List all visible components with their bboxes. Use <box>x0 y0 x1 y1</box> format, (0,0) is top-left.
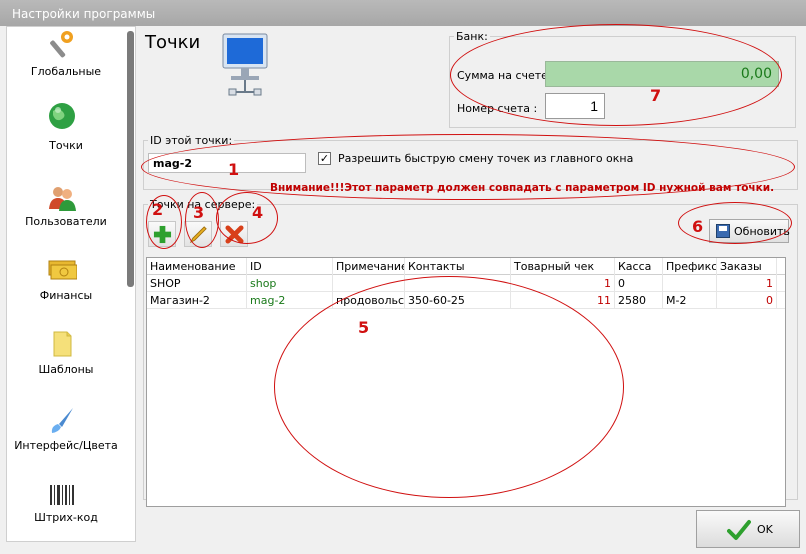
ok-label: OK <box>757 523 773 536</box>
balance-field: 0,00 <box>545 61 779 87</box>
table-header: Наименование ID Примечание Контакты Това… <box>147 258 785 275</box>
sidebar-item-barcode[interactable]: Штрих-код <box>7 479 125 543</box>
column-header[interactable]: Касса <box>615 258 663 275</box>
points-table[interactable]: Наименование ID Примечание Контакты Това… <box>146 257 786 507</box>
globe-icon <box>49 103 75 129</box>
cell-orders: 1 <box>717 275 777 292</box>
cell-receipt: 1 <box>511 275 615 292</box>
cell-note: продовольс... <box>333 292 405 309</box>
refresh-label: Обновить <box>734 225 790 238</box>
users-icon <box>49 187 76 211</box>
account-number-field[interactable]: 1 <box>545 93 605 119</box>
bank-group: Банк: Сумма на счете: 0,00 Номер счета :… <box>449 30 796 128</box>
wrench-icon <box>50 31 73 58</box>
money-icon <box>48 260 77 280</box>
sidebar-item-label: Точки <box>49 139 83 152</box>
sidebar-item-interface[interactable]: Интерфейс/Цвета <box>7 401 125 479</box>
refresh-button[interactable]: Обновить <box>709 219 790 243</box>
sidebar-item-label: Шаблоны <box>38 363 94 376</box>
main-panel: Точки Банк: Сумма на счете: 0,00 Номер с… <box>137 26 800 507</box>
sidebar-item-label: Глобальные <box>30 65 102 78</box>
refresh-icon <box>716 224 730 238</box>
brush-icon <box>51 408 73 433</box>
page-title: Точки <box>145 32 201 53</box>
edit-point-button[interactable] <box>184 221 212 247</box>
cell-id: mag-2 <box>247 292 333 309</box>
cell-prefix <box>663 275 717 292</box>
annotation-number: 4 <box>252 203 264 222</box>
delete-x-icon <box>225 225 244 244</box>
cell-prefix: М-2 <box>663 292 717 309</box>
column-header[interactable]: Контакты <box>405 258 511 275</box>
server-points-group: Точки на сервере: Обновить Наименование … <box>143 198 798 507</box>
annotation-number: 6 <box>692 217 704 236</box>
cell-note <box>333 275 405 292</box>
sidebar-item-label: Пользователи <box>25 215 107 228</box>
quick-switch-label: Разрешить быструю смену точек из главног… <box>338 152 634 165</box>
quick-switch-checkbox[interactable]: ✓ <box>318 152 331 165</box>
cell-receipt: 11 <box>511 292 615 309</box>
annotation-number: 7 <box>650 86 662 105</box>
column-header[interactable]: Префикс <box>663 258 717 275</box>
annotation-number: 5 <box>358 318 370 337</box>
note-icon <box>53 331 72 357</box>
sidebar-item-templates[interactable]: Шаблоны <box>7 327 125 403</box>
column-header[interactable]: ID <box>247 258 333 275</box>
column-header[interactable]: Товарный чек <box>511 258 615 275</box>
column-header[interactable]: Примечание <box>333 258 405 275</box>
point-id-legend: ID этой точки: <box>150 134 233 147</box>
plus-icon <box>153 225 172 244</box>
cell-contacts: 350-60-25 <box>405 292 511 309</box>
sidebar-scrollbar[interactable] <box>126 29 135 539</box>
delete-point-button[interactable] <box>220 221 248 247</box>
sidebar-item-global[interactable]: Глобальные <box>7 29 125 99</box>
column-header[interactable]: Заказы <box>717 258 777 275</box>
account-label: Номер счета : <box>457 102 538 115</box>
cell-contacts <box>405 275 511 292</box>
cell-name: SHOP <box>147 275 247 292</box>
cell-id: shop <box>247 275 333 292</box>
network-computer-icon <box>222 33 268 96</box>
sidebar-item-points[interactable]: Точки <box>7 101 125 177</box>
dialog-footer: OK <box>137 502 806 554</box>
window-title: Настройки программы <box>12 7 156 21</box>
window-title-bar[interactable]: Настройки программы <box>0 0 806 26</box>
annotation-number: 2 <box>152 200 164 219</box>
table-row[interactable]: SHOP shop 1 0 1 <box>147 275 785 292</box>
point-id-input[interactable] <box>148 153 306 173</box>
cell-cashbox: 2580 <box>615 292 663 309</box>
pencil-icon <box>189 226 207 244</box>
barcode-icon <box>50 485 74 505</box>
cell-cashbox: 0 <box>615 275 663 292</box>
annotation-number: 1 <box>228 160 240 179</box>
point-id-group: ID этой точки: ✓ Разрешить быструю смену… <box>143 134 798 194</box>
warning-text: Внимание!!!Этот параметр должен совпадат… <box>270 182 775 194</box>
balance-label: Сумма на счете: <box>457 69 552 82</box>
table-row[interactable]: Магазин-2 mag-2 продовольс... 350-60-25 … <box>147 292 785 309</box>
sidebar-item-users[interactable]: Пользователи <box>7 179 125 255</box>
add-point-button[interactable] <box>148 221 176 247</box>
sidebar-item-label: Интерфейс/Цвета <box>14 439 118 452</box>
column-header[interactable]: Наименование <box>147 258 247 275</box>
sidebar-item-label: Финансы <box>39 289 93 302</box>
cell-name: Магазин-2 <box>147 292 247 309</box>
settings-sidebar: Глобальные Точки Пользователи Финансы Ша… <box>6 26 136 542</box>
bank-legend: Банк: <box>456 30 488 43</box>
cell-orders: 0 <box>717 292 777 309</box>
sidebar-item-finance[interactable]: Финансы <box>7 253 125 329</box>
checkmark-icon <box>727 520 751 540</box>
annotation-number: 3 <box>193 203 205 222</box>
sidebar-item-label: Штрих-код <box>34 511 98 524</box>
scrollbar-thumb[interactable] <box>127 31 134 287</box>
ok-button[interactable]: OK <box>696 510 800 548</box>
